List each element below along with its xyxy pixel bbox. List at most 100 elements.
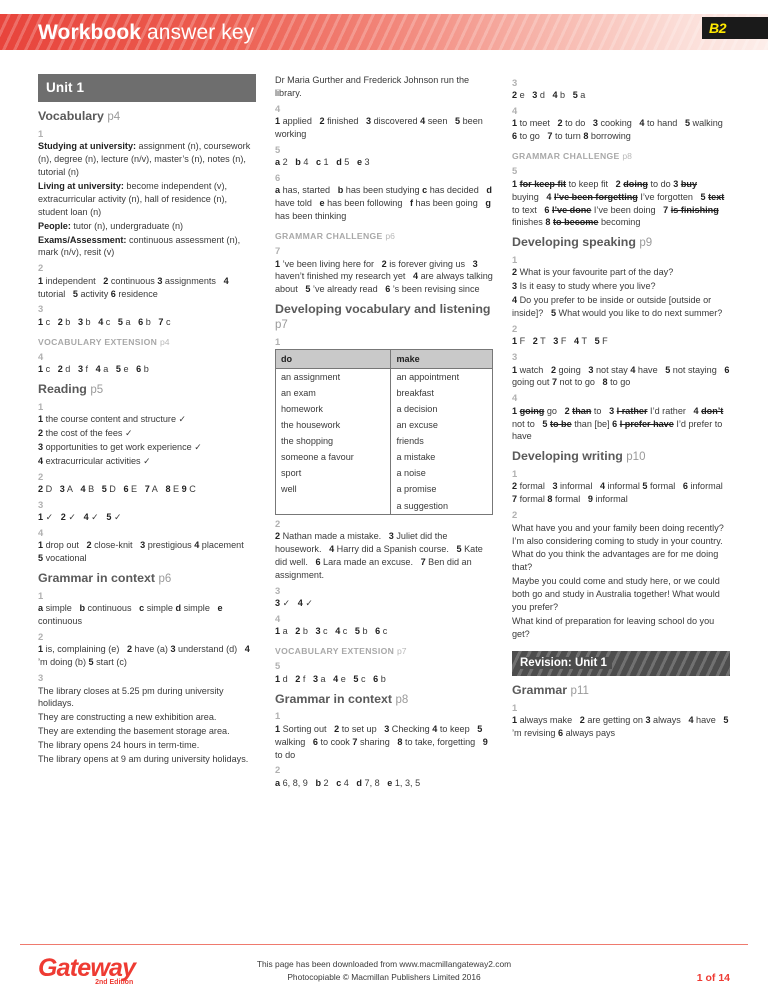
subsection-heading: VOCABULARY EXTENSION p7	[275, 645, 493, 657]
answer-key-columns: Unit 1 Vocabulary p4 1 Studying at universi…	[38, 74, 732, 930]
answer-line: 1 ’ve been living here for 2 is forever …	[275, 258, 493, 295]
table-header-cell: do	[274, 349, 392, 370]
column-3: 32 e 3 d 4 b 5 a41 to meet 2 to do 3 coo…	[512, 74, 730, 930]
table-cell: homework	[274, 401, 392, 418]
answer-line: 1 applied 2 finished 3 discovered 4 seen…	[275, 116, 483, 139]
footer-copyright-line: Photocopiable © Macmillan Publishers Lim…	[287, 972, 481, 983]
answer-line: 1 the course content and structure ✓	[38, 414, 187, 425]
table-cell: sport	[274, 465, 392, 482]
table-cell: a suggestion	[390, 497, 493, 515]
section-page-ref: p5	[90, 384, 104, 397]
table-cell: breakfast	[390, 385, 493, 402]
answer-line: 1 watch 2 going 3 not stay 4 have 5 not …	[512, 364, 730, 388]
section-heading-title: Grammar in context	[38, 571, 159, 586]
answer-line: What have you and your family been doing…	[512, 522, 724, 533]
page-title-light: answer key	[141, 21, 255, 44]
exercise-number: 4	[275, 613, 281, 625]
subsection-heading-title: GRAMMAR CHALLENGE	[275, 231, 386, 242]
subsection-heading: GRAMMAR CHALLENGE p8	[512, 150, 730, 162]
exercise-number: 3	[512, 351, 518, 363]
table-header-row: do make	[274, 349, 493, 370]
subsection-heading-title: VOCABULARY EXTENSION	[38, 336, 160, 347]
exercise-number: 2	[38, 631, 44, 643]
level-badge: B2	[702, 17, 768, 39]
section-heading: Developing speaking p9	[512, 235, 730, 251]
answer-line: 4 Do you prefer to be inside or outside …	[512, 295, 723, 319]
answer-line: 2 the cost of the fees ✓	[38, 428, 133, 439]
table-cell: the housework	[274, 417, 392, 434]
section-heading-title: Developing vocabulary and listening	[275, 302, 491, 317]
table-header-cell: make	[390, 349, 493, 370]
exercise-number: 7	[275, 245, 281, 257]
footer-divider	[20, 944, 748, 946]
unit-heading-bar: Unit 1	[38, 74, 256, 103]
answer-line: a simple b continuous c simple d simple …	[38, 603, 223, 627]
answer-line: 3 opportunities to get work experience ✓	[38, 441, 202, 452]
exercise-number: 2	[38, 470, 44, 482]
section-heading: Developing writing p10	[512, 449, 730, 465]
exercise-number: 2	[38, 262, 44, 274]
table-cell: the shopping	[274, 433, 392, 450]
table-cell: an exam	[274, 385, 392, 402]
answer-line: 1 for keep fit to keep fit 2 doing to do…	[512, 178, 725, 228]
answer-line: 2 D 3 A 4 B 5 D 6 E 7 A 8 E 9 C	[38, 484, 196, 495]
exercise-number: 4	[38, 527, 44, 539]
table-cell: well	[274, 481, 392, 498]
answer-line: What kind of preparation for leaving sch…	[512, 615, 715, 639]
answer-line: Dr Maria Gurther and Frederick Johnson r…	[275, 75, 470, 98]
subsection-heading: VOCABULARY EXTENSION p4	[38, 336, 256, 348]
exercise-number: 2	[275, 764, 281, 776]
table-cell: an excuse	[390, 417, 493, 434]
answer-line: Exams/Assessment: continuous assessment …	[38, 234, 241, 258]
exercise-number: 3	[38, 498, 44, 510]
footer-download-line: This page has been downloaded from www.m…	[256, 959, 512, 969]
section-page-ref: p4	[107, 111, 121, 124]
subsection-page-ref: p6	[385, 231, 395, 242]
exercise-number: 1	[38, 127, 44, 139]
section-page-ref: p11	[570, 685, 589, 698]
table-cell: a noise	[390, 465, 493, 482]
answer-line: 1 is, complaining (e) 2 have (a) 3 under…	[38, 644, 250, 668]
section-heading-title: Reading	[38, 382, 91, 397]
section-heading: Grammar in context p6	[38, 571, 256, 587]
section-page-ref: p7	[275, 319, 288, 332]
section-heading-title: Developing speaking	[512, 235, 640, 250]
table-cell: someone a favour	[274, 449, 392, 466]
answer-line: 1 a 2 b 3 c 4 c 5 b 6 c	[275, 626, 388, 637]
answer-line: 4 extracurricular activities ✓	[38, 455, 151, 466]
answer-line: 1 F 2 T 3 F 4 T 5 F	[512, 336, 608, 347]
section-page-ref: p8	[395, 693, 409, 706]
table-row: a suggestion	[274, 497, 493, 515]
page-header-band: Workbook answer key B2	[0, 14, 768, 50]
table-row: an exam breakfast	[274, 385, 493, 402]
answer-line: 1 independent 2 continuous 3 assignments…	[38, 275, 229, 299]
page-title-bold: Workbook	[38, 21, 142, 44]
table-cell: a decision	[390, 401, 493, 418]
table-cell: an appointment	[390, 368, 493, 386]
exercise-number: 4	[38, 350, 44, 362]
answer-line: I’m also considering coming to study in …	[512, 536, 723, 573]
answer-line: Studying at university: assignment (n), …	[38, 141, 251, 178]
page-number: 1 of 14	[696, 972, 730, 984]
answer-line: 2 e 3 d 4 b 5 a	[512, 90, 586, 101]
table-row: well a promise	[274, 481, 493, 498]
table-cell: a mistake	[390, 449, 493, 466]
table-cell: friends	[390, 433, 493, 450]
do-make-table: do make an assignment an appointment an exam…	[274, 349, 493, 515]
subsection-page-ref: p4	[159, 336, 170, 347]
exercise-number: 6	[275, 172, 281, 184]
table-cell: a promise	[390, 481, 493, 498]
answer-line: Living at university: become independent…	[38, 180, 228, 217]
exercise-number: 2	[512, 509, 518, 521]
section-heading: Grammar p11	[512, 683, 730, 699]
exercise-number: 1	[512, 254, 518, 266]
answer-line: 1 drop out 2 close-knit 3 prestigious 4 …	[38, 540, 249, 564]
exercise-number: 4	[512, 392, 518, 404]
page-footer: Gateway 2nd Edition This page has been d…	[0, 952, 768, 994]
answer-line: People: tutor (n), undergraduate (n)	[38, 220, 184, 231]
section-heading: Grammar in context p8	[275, 692, 493, 708]
answer-line: They are extending the basement storage …	[38, 726, 230, 737]
table-row: an assignment an appointment	[274, 368, 493, 386]
answer-line: 2 What is your favourite part of the day…	[512, 267, 674, 278]
section-page-ref: p10	[626, 451, 646, 464]
